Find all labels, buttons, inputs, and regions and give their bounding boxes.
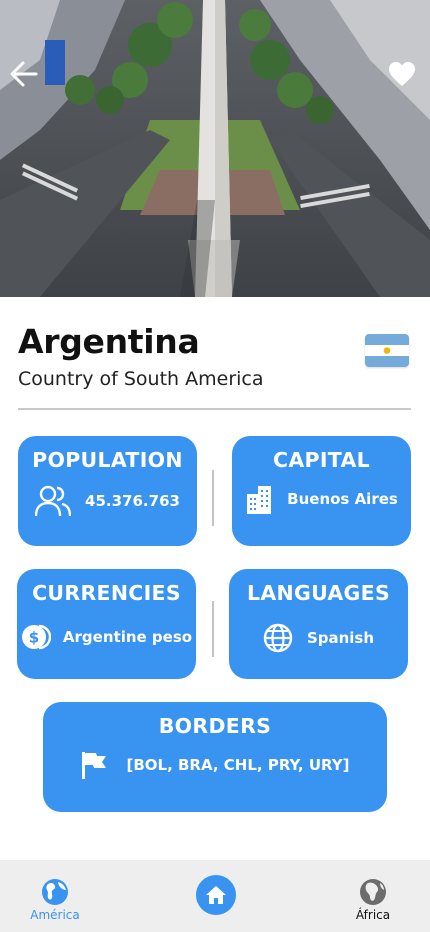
languages-title: LANGUAGES xyxy=(246,581,391,605)
population-card[interactable]: POPULATION 45.376.763 xyxy=(18,436,197,546)
arrow-left-icon xyxy=(10,61,38,87)
heart-icon xyxy=(389,62,415,86)
hero-image xyxy=(0,0,430,297)
divider xyxy=(18,408,411,410)
flag-icon xyxy=(82,752,107,779)
currencies-title: CURRENCIES xyxy=(32,581,181,605)
nav-label-america: América xyxy=(30,908,80,922)
borders-title: BORDERS xyxy=(158,714,272,738)
dollar-coin-icon: $ xyxy=(21,624,51,650)
nav-item-africa[interactable]: África xyxy=(346,878,400,922)
globe-americas-icon xyxy=(42,879,68,905)
country-subtitle: Country of South America xyxy=(18,368,264,390)
nav-label-africa: África xyxy=(355,908,391,922)
languages-card[interactable]: LANGUAGES Spanish xyxy=(229,569,408,679)
population-title: POPULATION xyxy=(32,448,183,472)
population-value: 45.376.763 xyxy=(85,492,180,510)
argentina-flag-icon xyxy=(365,334,409,367)
bottom-nav: América África xyxy=(0,860,430,932)
borders-card[interactable]: BORDERS [BOL, BRA, CHL, PRY, URY] xyxy=(43,702,387,812)
city-avenue-photo xyxy=(0,0,430,297)
currencies-card[interactable]: CURRENCIES $ Argentine peso xyxy=(17,569,196,679)
languages-value: Spanish xyxy=(306,629,375,647)
capital-value: Buenos Aires xyxy=(287,490,398,508)
users-icon xyxy=(35,485,72,517)
borders-value: [BOL, BRA, CHL, PRY, URY] xyxy=(126,756,350,774)
back-button[interactable] xyxy=(6,56,42,92)
svg-text:$: $ xyxy=(29,629,39,647)
capital-title: CAPITAL xyxy=(273,448,370,472)
globe-africa-icon xyxy=(360,879,386,905)
home-button[interactable] xyxy=(196,875,236,915)
buildings-icon xyxy=(247,486,272,514)
currencies-value: Argentine peso xyxy=(62,628,193,646)
favorite-button[interactable] xyxy=(384,56,420,92)
capital-card[interactable]: CAPITAL Buenos Aires xyxy=(232,436,411,546)
separator xyxy=(212,470,214,526)
home-icon xyxy=(206,886,226,904)
separator xyxy=(212,601,214,657)
country-name: Argentina xyxy=(18,322,200,361)
globe-icon xyxy=(263,623,293,653)
nav-item-america[interactable]: América xyxy=(28,878,82,922)
